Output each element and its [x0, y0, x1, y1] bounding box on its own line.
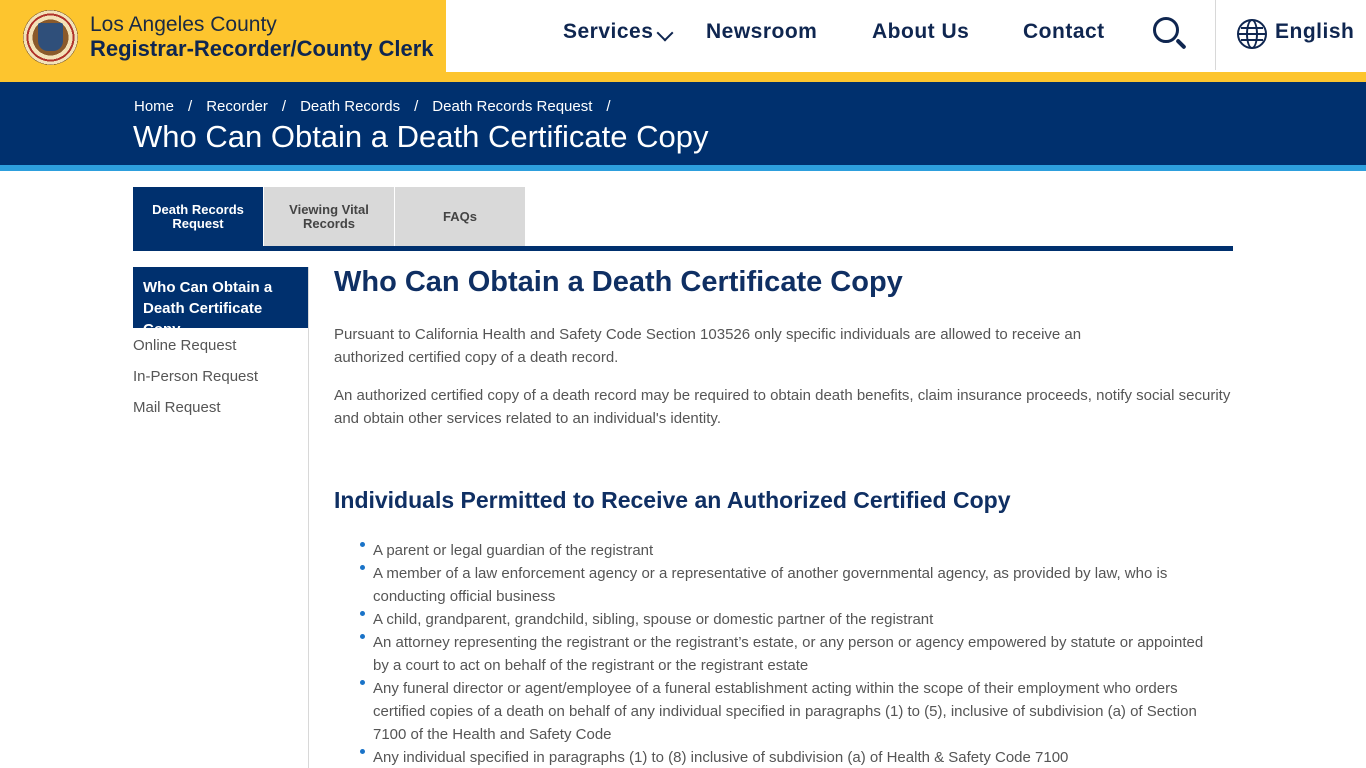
breadcrumb-death-records-request[interactable]: Death Records Request — [432, 98, 592, 115]
tab-label: Death Records Request — [152, 201, 244, 231]
list-item-text: An attorney representing the registrant … — [373, 634, 1204, 674]
list-item-text: A child, grandparent, grandchild, siblin… — [373, 611, 934, 628]
breadcrumb-separator: / — [606, 98, 611, 115]
language-selector[interactable]: English — [1275, 20, 1354, 44]
sidebar-divider — [308, 267, 309, 768]
bullet-icon — [360, 542, 365, 547]
tab-label: Viewing Vital Records — [289, 201, 369, 231]
permitted-individuals-list: A parent or legal guardian of the regist… — [360, 539, 1220, 768]
brand-county-name: Los Angeles County — [90, 13, 277, 36]
bullet-icon — [360, 565, 365, 570]
list-item: Any individual specified in paragraphs (… — [360, 746, 1220, 768]
list-item-text: Any funeral director or agent/employee o… — [373, 680, 1197, 743]
globe-icon[interactable] — [1237, 19, 1267, 49]
banner-accent-line — [0, 165, 1366, 171]
tab-label: FAQs — [443, 208, 477, 224]
usage-paragraph: An authorized certified copy of a death … — [334, 387, 1231, 427]
bullet-icon — [360, 634, 365, 639]
county-seal-icon — [23, 10, 78, 65]
sidebar-item-online-request[interactable]: Online Request — [133, 337, 236, 354]
tab-death-records-request[interactable]: Death Records Request — [133, 187, 263, 246]
breadcrumb-death-records[interactable]: Death Records — [300, 98, 400, 115]
content-title: Who Can Obtain a Death Certificate Copy — [334, 266, 903, 298]
bullet-icon — [360, 680, 365, 685]
page-title: Who Can Obtain a Death Certificate Copy — [133, 119, 709, 154]
list-item-text: A parent or legal guardian of the regist… — [373, 542, 654, 559]
tab-viewing-vital-records[interactable]: Viewing Vital Records — [264, 187, 394, 246]
list-item-text: A member of a law enforcement agency or … — [373, 565, 1168, 605]
breadcrumb-separator: / — [281, 98, 287, 115]
breadcrumb: Home / Recorder / Death Records / Death Rec… — [134, 98, 625, 115]
bullet-icon — [360, 611, 365, 616]
list-item: Any funeral director or agent/employee o… — [360, 677, 1220, 746]
list-item: A member of a law enforcement agency or … — [360, 562, 1220, 608]
sidebar-item-mail-request[interactable]: Mail Request — [133, 399, 221, 416]
breadcrumb-separator: / — [414, 98, 419, 115]
section-heading: Individuals Permitted to Receive an Auth… — [334, 487, 1011, 513]
sidebar-item-in-person-request[interactable]: In-Person Request — [133, 368, 258, 385]
bullet-icon — [360, 749, 365, 754]
list-item: A child, grandparent, grandchild, siblin… — [360, 608, 1220, 631]
search-icon[interactable] — [1153, 17, 1189, 53]
nav-newsroom[interactable]: Newsroom — [706, 20, 817, 44]
sidebar-item-who-can-obtain[interactable]: Who Can Obtain a Death Certificate Copy — [133, 267, 308, 338]
brand-department-name: Registrar-Recorder/County Clerk — [90, 36, 434, 61]
site-header: Los Angeles County Registrar-Recorder/Co… — [0, 0, 1366, 82]
nav-contact[interactable]: Contact — [1023, 20, 1105, 44]
breadcrumb-separator: / — [188, 98, 193, 115]
list-item-text: Any individual specified in paragraphs (… — [373, 749, 1069, 766]
list-item: A parent or legal guardian of the regist… — [360, 539, 1220, 562]
header-accent-strip — [446, 72, 1366, 82]
breadcrumb-home[interactable]: Home — [134, 98, 174, 115]
breadcrumb-recorder[interactable]: Recorder — [206, 98, 268, 115]
brand-block[interactable]: Los Angeles County Registrar-Recorder/Co… — [0, 0, 446, 82]
nav-divider — [1215, 0, 1216, 70]
intro-paragraph: Pursuant to California Health and Safety… — [334, 326, 1082, 366]
nav-about-us[interactable]: About Us — [872, 20, 969, 44]
tab-faqs[interactable]: FAQs — [395, 187, 525, 246]
tab-underline — [133, 246, 1233, 251]
chevron-down-icon[interactable] — [656, 24, 674, 42]
nav-services[interactable]: Services — [563, 20, 653, 44]
list-item: An attorney representing the registrant … — [360, 631, 1220, 677]
